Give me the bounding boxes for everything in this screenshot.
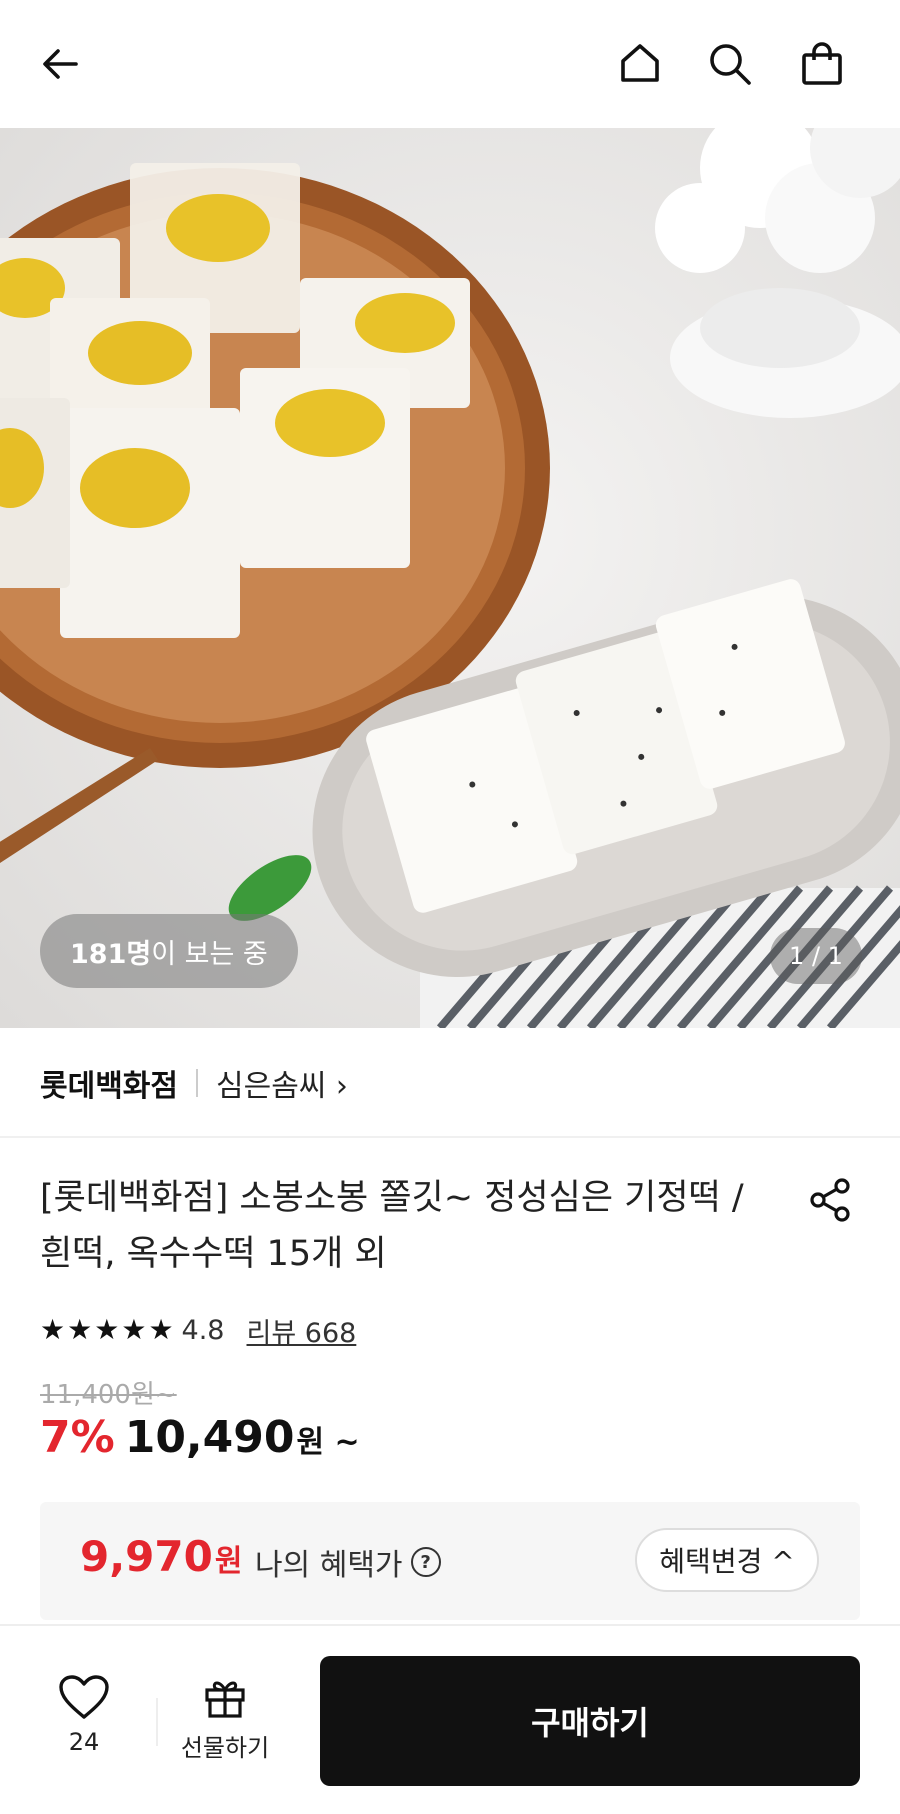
benefit-price-unit: 원 — [214, 1544, 243, 1579]
star-icon: ★ — [94, 1313, 120, 1346]
search-icon[interactable] — [694, 28, 766, 100]
viewers-badge: 181명 이 보는 중 — [40, 914, 298, 988]
section-divider — [0, 1136, 900, 1138]
benefit-price-value: 9,970 — [80, 1532, 213, 1581]
bottom-action-bar: 24 선물하기 구매하기 — [0, 1624, 900, 1814]
gift-icon — [205, 1681, 245, 1718]
home-icon[interactable] — [604, 28, 676, 100]
like-button[interactable]: 24 — [48, 1674, 120, 1756]
viewers-suffix: 이 보는 중 — [151, 938, 268, 970]
discount-rate: 7% — [40, 1412, 115, 1463]
gift-label: 선물하기 — [180, 1734, 270, 1762]
gift-button[interactable]: 선물하기 — [170, 1674, 280, 1763]
star-icon: ★ — [121, 1313, 147, 1346]
top-nav-bar — [0, 0, 900, 128]
benefit-label-text: 나의 혜택가 — [255, 1548, 403, 1583]
star-icon: ★ — [67, 1313, 93, 1346]
price-unit: 원 ~ — [296, 1425, 360, 1460]
star-icon: ★ — [40, 1313, 66, 1346]
price-row: 7% 10,490 원 ~ — [40, 1412, 360, 1463]
store-link[interactable]: 심은솜씨 › — [216, 1061, 348, 1105]
heart-icon — [59, 1675, 109, 1719]
rating-row: ★ ★ ★ ★ ★ 4.8 리뷰 668 — [40, 1310, 356, 1350]
like-count: 24 — [68, 1728, 100, 1756]
benefit-label: 나의 혜택가 ? — [255, 1540, 441, 1584]
share-icon[interactable] — [800, 1170, 860, 1230]
buy-button[interactable]: 구매하기 — [320, 1656, 860, 1786]
benefit-price: 9,970 원 — [80, 1532, 242, 1581]
benefit-box: 9,970 원 나의 혜택가 ? 혜택변경 ^ — [40, 1502, 860, 1620]
help-icon[interactable]: ? — [410, 1547, 441, 1577]
brand-separator — [196, 1069, 198, 1097]
bottom-separator — [156, 1698, 158, 1746]
product-title: [롯데백화점] 소봉소봉 쫄깃~ 정성심은 기정떡 / 흰떡, 옥수수떡 15개… — [40, 1178, 744, 1274]
review-link[interactable]: 리뷰 668 — [247, 1311, 357, 1350]
viewers-count: 181명 — [70, 938, 152, 970]
rating-stars: ★ ★ ★ ★ ★ — [40, 1316, 174, 1344]
image-pager: 1 / 1 — [770, 928, 862, 984]
back-arrow-icon[interactable] — [24, 28, 96, 100]
brand-name[interactable]: 롯데백화점 — [40, 1061, 178, 1105]
rating-value: 4.8 — [181, 1314, 225, 1346]
product-image[interactable] — [0, 128, 900, 1028]
sale-price: 10,490 — [124, 1412, 295, 1463]
shopping-bag-icon[interactable] — [786, 28, 858, 100]
seller-row: 롯데백화점 심은솜씨 › — [40, 1055, 348, 1111]
change-benefit-button[interactable]: 혜택변경 ^ — [635, 1528, 819, 1592]
star-icon: ★ — [148, 1313, 174, 1346]
original-price: 11,400원~ — [40, 1380, 177, 1410]
